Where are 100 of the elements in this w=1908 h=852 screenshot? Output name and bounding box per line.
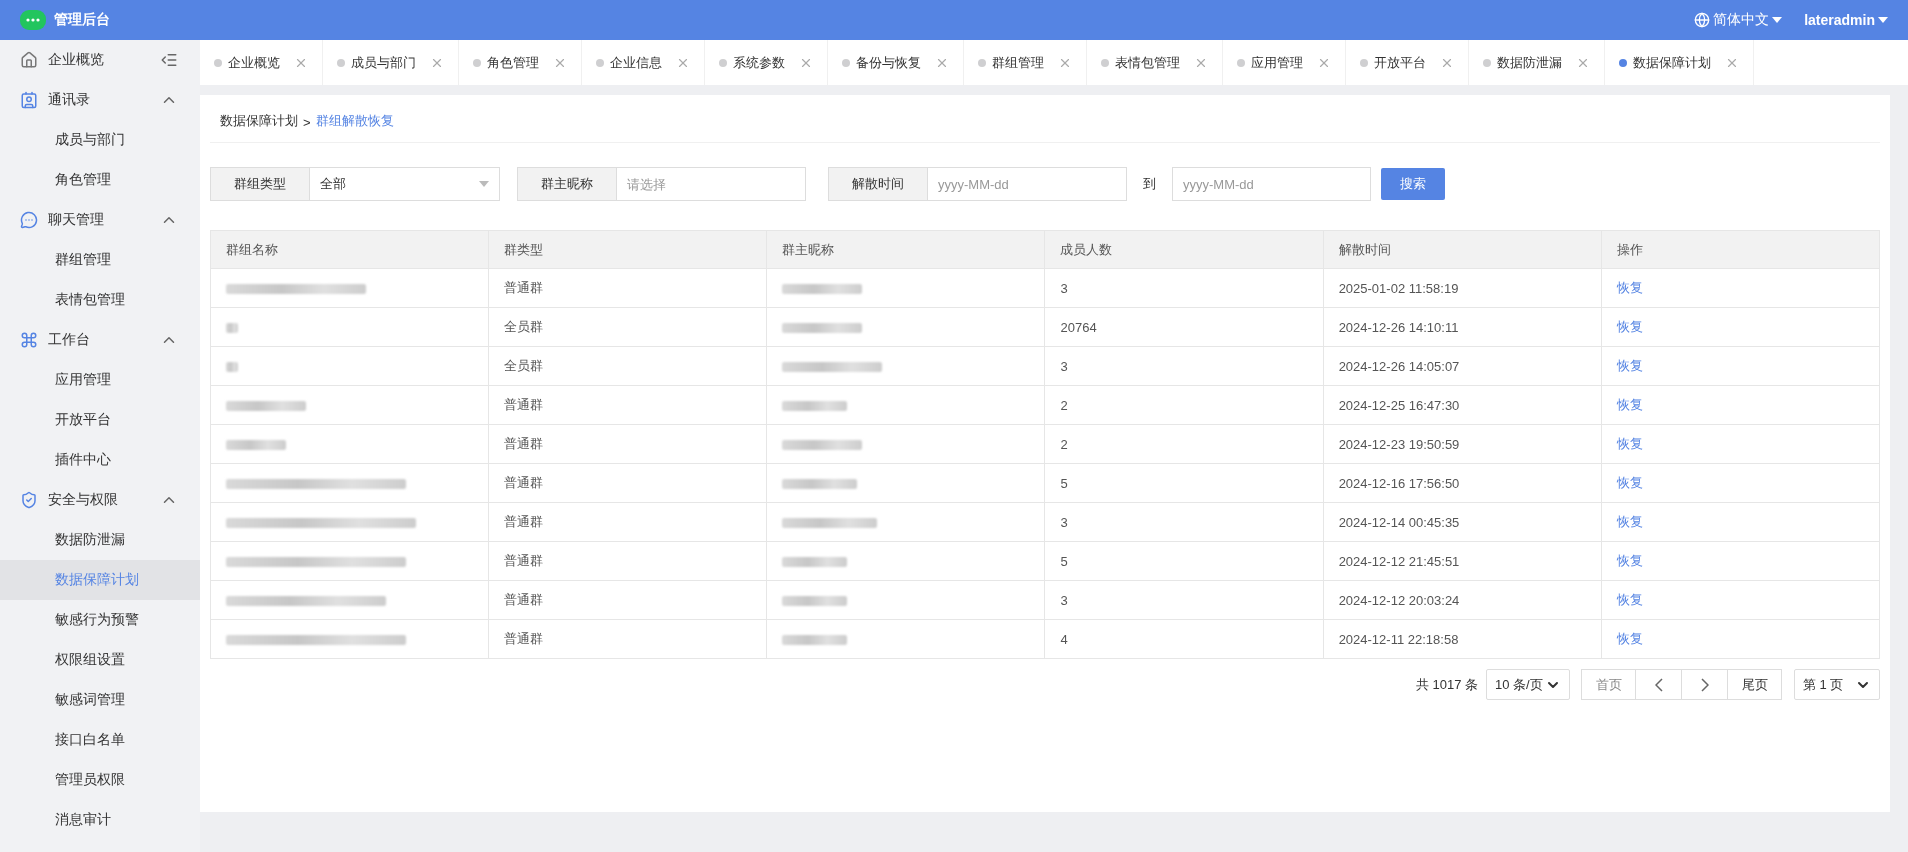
table-cell: 普通群	[488, 463, 767, 503]
sidebar-item[interactable]: 应用管理	[0, 360, 200, 400]
page-select[interactable]: 第 1 页	[1794, 669, 1880, 700]
user-menu[interactable]: lateradmin	[1804, 12, 1888, 28]
table-cell: 2024-12-26 14:10:11	[1323, 307, 1602, 347]
language-menu[interactable]: 简体中文	[1694, 11, 1783, 29]
restore-link[interactable]: 恢复	[1616, 631, 1643, 646]
tab[interactable]: 角色管理	[459, 40, 582, 85]
redacted-text	[782, 401, 848, 412]
table-cell: 2024-12-12 20:03:24	[1323, 580, 1602, 620]
column-header: 群组名称	[210, 230, 489, 269]
sidebar-item[interactable]: 成员与部门	[0, 120, 200, 160]
next-page-button[interactable]	[1681, 669, 1728, 700]
table-cell: 普通群	[488, 580, 767, 620]
sidebar-item[interactable]: 敏感行为预警	[0, 600, 200, 640]
tab[interactable]: 数据防泄漏	[1469, 40, 1605, 85]
last-page-button[interactable]: 尾页	[1727, 669, 1782, 700]
restore-link[interactable]: 恢复	[1616, 592, 1643, 607]
tab-label: 成员与部门	[351, 53, 416, 72]
sidebar-item[interactable]: 插件中心	[0, 440, 200, 480]
sidebar-item[interactable]: 消息审计	[0, 800, 200, 840]
table-cell: 普通群	[488, 541, 767, 581]
sidebar-group[interactable]: 通讯录	[0, 80, 200, 120]
tab[interactable]: 企业信息	[582, 40, 705, 85]
restore-link[interactable]: 恢复	[1616, 280, 1643, 295]
breadcrumb-link[interactable]: 数据保障计划	[220, 112, 298, 130]
table-cell: 2024-12-16 17:56:50	[1323, 463, 1602, 503]
table-cell: 20764	[1044, 307, 1324, 347]
table-cell: 普通群	[488, 385, 767, 425]
date-input[interactable]: yyyy-MM-dd	[928, 167, 1127, 201]
tab-label: 数据防泄漏	[1497, 53, 1562, 72]
chevron-right-icon	[1700, 677, 1709, 692]
column-header: 群类型	[488, 230, 767, 269]
sidebar-item[interactable]: 接口白名单	[0, 720, 200, 760]
group-type-select[interactable]: 全部	[310, 167, 500, 201]
table-cell: 5	[1044, 541, 1324, 581]
four-loops-icon	[20, 331, 38, 349]
table-cell: 2024-12-11 22:18:58	[1323, 619, 1602, 659]
tab[interactable]: 应用管理	[1223, 40, 1346, 85]
redacted-text	[226, 440, 286, 451]
table-cell: 2024-12-12 21:45:51	[1323, 541, 1602, 581]
tab-label: 备份与恢复	[856, 53, 921, 72]
sidebar-item[interactable]: 开放平台	[0, 400, 200, 440]
table-cell: 普通群	[488, 424, 767, 464]
total-count: 共 1017 条	[1415, 675, 1478, 694]
tab[interactable]: 开放平台	[1346, 40, 1469, 85]
sidebar-item[interactable]: 敏感词管理	[0, 680, 200, 720]
shield-check-icon	[20, 491, 38, 509]
table-cell: 2025-01-02 11:58:19	[1323, 268, 1602, 308]
table-cell: 4	[1044, 619, 1324, 659]
page-size-select[interactable]: 10 条/页	[1486, 669, 1570, 700]
table-cell: 3	[1044, 346, 1324, 386]
tab[interactable]: 备份与恢复	[828, 40, 964, 85]
date-input[interactable]: yyyy-MM-dd	[1172, 167, 1371, 201]
redacted-text	[226, 323, 238, 334]
tab[interactable]: 数据保障计划	[1605, 40, 1754, 85]
restore-link[interactable]: 恢复	[1616, 514, 1643, 529]
sidebar-item[interactable]: 权限组设置	[0, 640, 200, 680]
restore-link[interactable]: 恢复	[1616, 475, 1643, 490]
table-cell: 2	[1044, 385, 1324, 425]
tab-label: 企业概览	[228, 53, 280, 72]
table-cell: 3	[1044, 502, 1324, 542]
sidebar-group[interactable]: 聊天管理	[0, 200, 200, 240]
search-button[interactable]: 搜索	[1381, 168, 1445, 200]
table-cell: 2024-12-14 00:45:35	[1323, 502, 1602, 542]
first-page-button[interactable]: 首页	[1581, 669, 1636, 700]
table-cell: 5	[1044, 463, 1324, 503]
restore-link[interactable]: 恢复	[1616, 397, 1643, 412]
table-cell: 2024-12-26 14:05:07	[1323, 346, 1602, 386]
sidebar-item[interactable]: 企业概览	[0, 40, 200, 80]
breadcrumb-separator: >	[303, 115, 311, 130]
tab[interactable]: 系统参数	[705, 40, 828, 85]
restore-link[interactable]: 恢复	[1616, 553, 1643, 568]
app-title: 管理后台	[54, 11, 110, 29]
tab[interactable]: 企业概览	[200, 40, 323, 85]
collapse-menu-icon[interactable]	[160, 51, 178, 69]
tab-label: 系统参数	[733, 53, 785, 72]
tab-label: 开放平台	[1374, 53, 1426, 72]
sidebar-item[interactable]: 角色管理	[0, 160, 200, 200]
sidebar-item[interactable]: 数据防泄漏	[0, 520, 200, 560]
logo-icon	[20, 10, 46, 30]
sidebar-group[interactable]: 工作台	[0, 320, 200, 360]
sidebar-item[interactable]: 管理员权限	[0, 760, 200, 800]
restore-link[interactable]: 恢复	[1616, 319, 1643, 334]
prev-page-button[interactable]	[1635, 669, 1682, 700]
tab[interactable]: 成员与部门	[323, 40, 459, 85]
tab[interactable]: 群组管理	[964, 40, 1087, 85]
owner-input[interactable]: 请选择	[617, 167, 806, 201]
field-label: 群组类型	[210, 167, 310, 201]
sidebar-item[interactable]: 群组管理	[0, 240, 200, 280]
restore-link[interactable]: 恢复	[1616, 358, 1643, 373]
restore-link[interactable]: 恢复	[1616, 436, 1643, 451]
home-icon	[20, 51, 38, 69]
sidebar-group[interactable]: 安全与权限	[0, 480, 200, 520]
table-cell: 普通群	[488, 619, 767, 659]
globe-icon	[1694, 12, 1711, 28]
field-label: 解散时间	[828, 167, 928, 201]
tab[interactable]: 表情包管理	[1087, 40, 1223, 85]
tab-label: 企业信息	[610, 53, 662, 72]
sidebar-item[interactable]: 表情包管理	[0, 280, 200, 320]
